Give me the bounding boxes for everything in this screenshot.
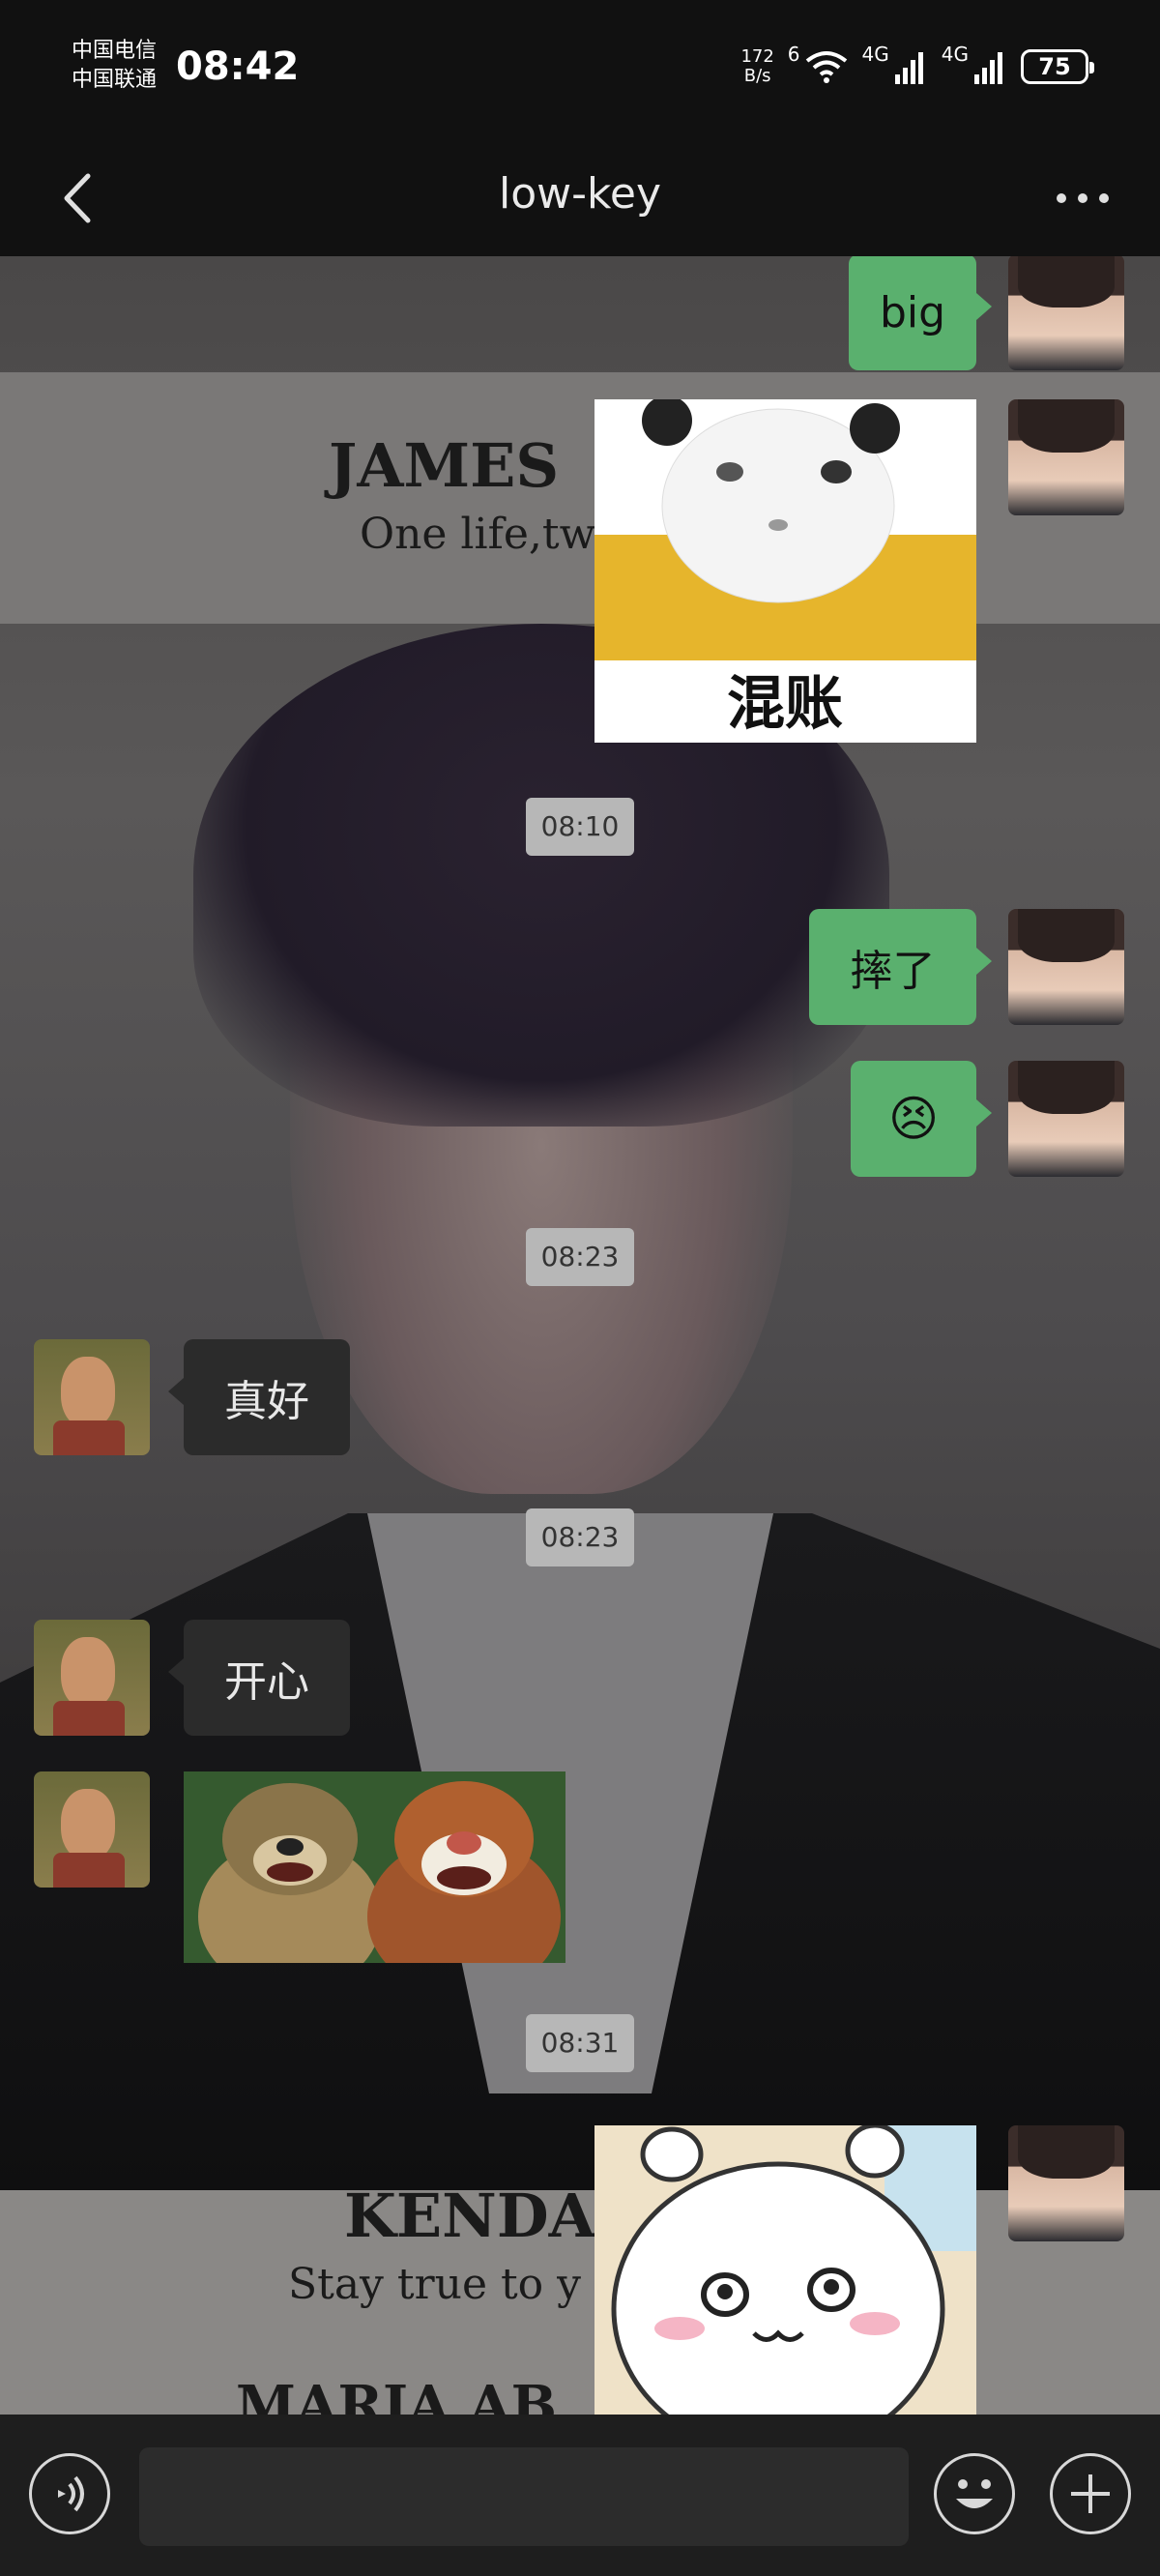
signal-1-icon xyxy=(894,52,923,84)
panda-meme-image: 混账 xyxy=(594,399,976,743)
voice-icon xyxy=(58,2475,84,2512)
wifi-icon xyxy=(805,51,847,83)
status-indicators: 172 B/s 6 4G 4G 75 xyxy=(740,43,1094,91)
chat-header: low-key xyxy=(0,140,1160,256)
message-bubble-received[interactable]: 开心 xyxy=(168,1620,350,1736)
wallpaper-text-4: Stay true to y xyxy=(288,2260,581,2309)
net-speed: 172 B/s xyxy=(740,47,773,86)
wallpaper-text-3: KENDA xyxy=(344,2181,595,2251)
message-bubble-received[interactable]: 真好 xyxy=(168,1339,350,1455)
net-speed-unit: B/s xyxy=(743,66,771,86)
my-avatar[interactable] xyxy=(1008,2125,1124,2241)
plus-button[interactable] xyxy=(1050,2453,1131,2534)
my-avatar[interactable] xyxy=(1008,399,1124,515)
signal-2-label: 4G xyxy=(941,43,969,66)
signal-2-icon xyxy=(974,52,1002,84)
message-bubble-sent[interactable]: 摔了 xyxy=(809,909,992,1025)
plus-icon xyxy=(1071,2474,1110,2513)
my-avatar[interactable] xyxy=(1008,1061,1124,1177)
status-time: 08:42 xyxy=(176,44,300,89)
svg-text:混账: 混账 xyxy=(727,670,843,738)
more-dots-icon xyxy=(1057,193,1109,203)
panda-meme-sticker[interactable]: 混账 xyxy=(594,399,976,743)
more-button[interactable] xyxy=(1044,160,1121,237)
message-timestamp: 08:23 xyxy=(0,1508,1160,1566)
cartoon-bears-image xyxy=(184,1771,566,1963)
message-bubble-sent[interactable]: big xyxy=(849,256,992,370)
net-speed-value: 172 xyxy=(740,46,774,67)
my-avatar[interactable] xyxy=(1008,256,1124,370)
contact-avatar[interactable] xyxy=(34,1620,150,1736)
input-bar xyxy=(0,2415,1160,2576)
status-bar: 中国电信 中国联通 08:42 172 B/s 6 4G 4G 75 xyxy=(0,0,1160,140)
persevering-face-emoji[interactable]: 😣 xyxy=(851,1061,992,1177)
my-avatar[interactable] xyxy=(1008,909,1124,1025)
emoji-button[interactable] xyxy=(934,2453,1015,2534)
wifi-label: 6 xyxy=(787,43,800,66)
contact-avatar[interactable] xyxy=(34,1771,150,1888)
white-bunny-sticker[interactable] xyxy=(594,2125,976,2415)
carrier-labels: 中国电信 中国联通 xyxy=(72,37,157,95)
emoji-icon xyxy=(956,2479,993,2508)
cartoon-bears-sticker[interactable] xyxy=(184,1771,566,1963)
message-timestamp: 08:23 xyxy=(0,1228,1160,1286)
carrier-1: 中国电信 xyxy=(72,39,158,63)
carrier-2: 中国联通 xyxy=(72,68,158,92)
message-input[interactable] xyxy=(139,2447,909,2546)
white-bunny-image xyxy=(594,2125,976,2415)
battery-icon: 75 xyxy=(1021,49,1094,84)
wallpaper-text-5: MARIA AB xyxy=(236,2374,557,2415)
wallpaper-paper-top xyxy=(0,372,1160,624)
wallpaper-text-1: JAMES xyxy=(329,430,560,501)
chat-area[interactable]: JAMES One life,tw KENDA Stay true to y M… xyxy=(0,256,1160,2415)
contact-avatar[interactable] xyxy=(34,1339,150,1455)
voice-button[interactable] xyxy=(29,2453,110,2534)
message-timestamp: 08:31 xyxy=(0,2014,1160,2072)
chat-title: low-key xyxy=(498,169,662,219)
message-timestamp: 08:10 xyxy=(0,798,1160,856)
wallpaper-text-2: One life,tw xyxy=(360,510,596,559)
signal-1-label: 4G xyxy=(861,43,889,66)
